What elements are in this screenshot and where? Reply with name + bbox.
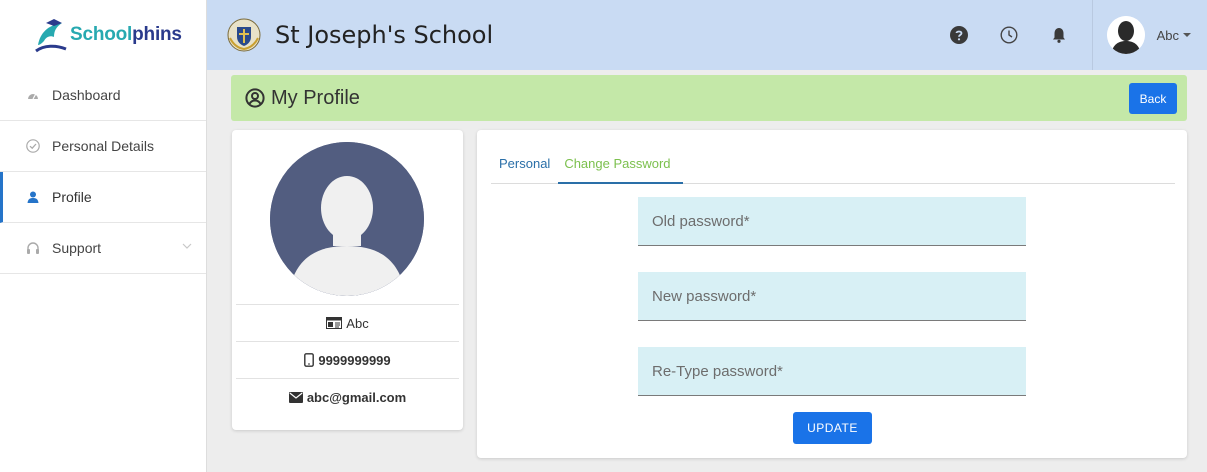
bell-icon — [1052, 28, 1065, 43]
sidebar-item-personal-details[interactable]: Personal Details — [0, 121, 206, 172]
user-silhouette-icon — [1106, 16, 1145, 54]
user-avatar — [1106, 16, 1145, 54]
update-button[interactable]: UPDATE — [793, 412, 872, 444]
page-title-bar: My Profile Back — [231, 75, 1187, 121]
question-circle-icon — [949, 26, 968, 44]
caret-down-icon — [1183, 33, 1191, 37]
headset-icon — [26, 241, 40, 255]
top-bar: Schoolphins St Joseph's School Abc — [0, 0, 1207, 70]
history-button[interactable] — [984, 0, 1034, 70]
page-title: My Profile — [271, 86, 360, 109]
clock-icon — [1000, 26, 1018, 44]
profile-phone-row: 9999999999 — [236, 341, 459, 378]
brand[interactable]: Schoolphins — [0, 0, 207, 70]
check-circle-icon — [26, 139, 40, 153]
sidebar: Dashboard Personal Details Profile Suppo… — [0, 70, 207, 472]
profile-name: Abc — [346, 315, 369, 331]
sidebar-item-label: Personal Details — [52, 138, 154, 154]
profile-phone: 9999999999 — [318, 352, 391, 368]
tab-change-password[interactable]: Change Password — [558, 146, 683, 184]
envelope-icon — [288, 391, 303, 403]
sidebar-item-support[interactable]: Support — [0, 223, 206, 274]
sidebar-item-dashboard[interactable]: Dashboard — [0, 70, 206, 121]
old-password-field[interactable] — [638, 197, 1026, 246]
dashboard-icon — [26, 88, 40, 102]
retype-password-field[interactable] — [638, 347, 1026, 396]
dolphin-logo-icon — [35, 19, 67, 53]
sidebar-item-label: Dashboard — [52, 87, 121, 103]
user-silhouette-icon — [270, 142, 424, 296]
school-crest-icon — [227, 18, 261, 52]
change-password-card: Personal Change Password UPDATE — [477, 130, 1187, 458]
user-circle-icon — [245, 88, 265, 108]
user-name: Abc — [1156, 27, 1179, 43]
chevron-down-icon — [182, 243, 192, 249]
id-card-icon — [326, 317, 343, 329]
school-name: St Joseph's School — [275, 21, 494, 49]
brand-name: Schoolphins — [70, 24, 182, 45]
profile-avatar — [270, 142, 424, 296]
sidebar-item-profile[interactable]: Profile — [0, 172, 206, 223]
notifications-button[interactable] — [1034, 0, 1084, 70]
back-button[interactable]: Back — [1129, 83, 1177, 114]
profile-tabs: Personal Change Password — [491, 146, 1175, 184]
profile-card: Abc 9999999999 abc@gmail.com — [232, 130, 463, 430]
profile-email-row: abc@gmail.com — [236, 378, 459, 415]
profile-name-row: Abc — [236, 304, 459, 341]
new-password-field[interactable] — [638, 272, 1026, 321]
mobile-icon — [304, 353, 315, 367]
header-actions: Abc — [934, 0, 1207, 70]
tab-personal[interactable]: Personal — [491, 146, 558, 184]
sidebar-item-label: Support — [52, 240, 102, 256]
user-menu[interactable]: Abc — [1091, 0, 1207, 70]
header: St Joseph's School Abc — [207, 0, 1207, 70]
user-icon — [26, 190, 40, 204]
profile-email: abc@gmail.com — [306, 389, 407, 405]
sidebar-item-label: Profile — [52, 189, 92, 205]
help-button[interactable] — [934, 0, 984, 70]
